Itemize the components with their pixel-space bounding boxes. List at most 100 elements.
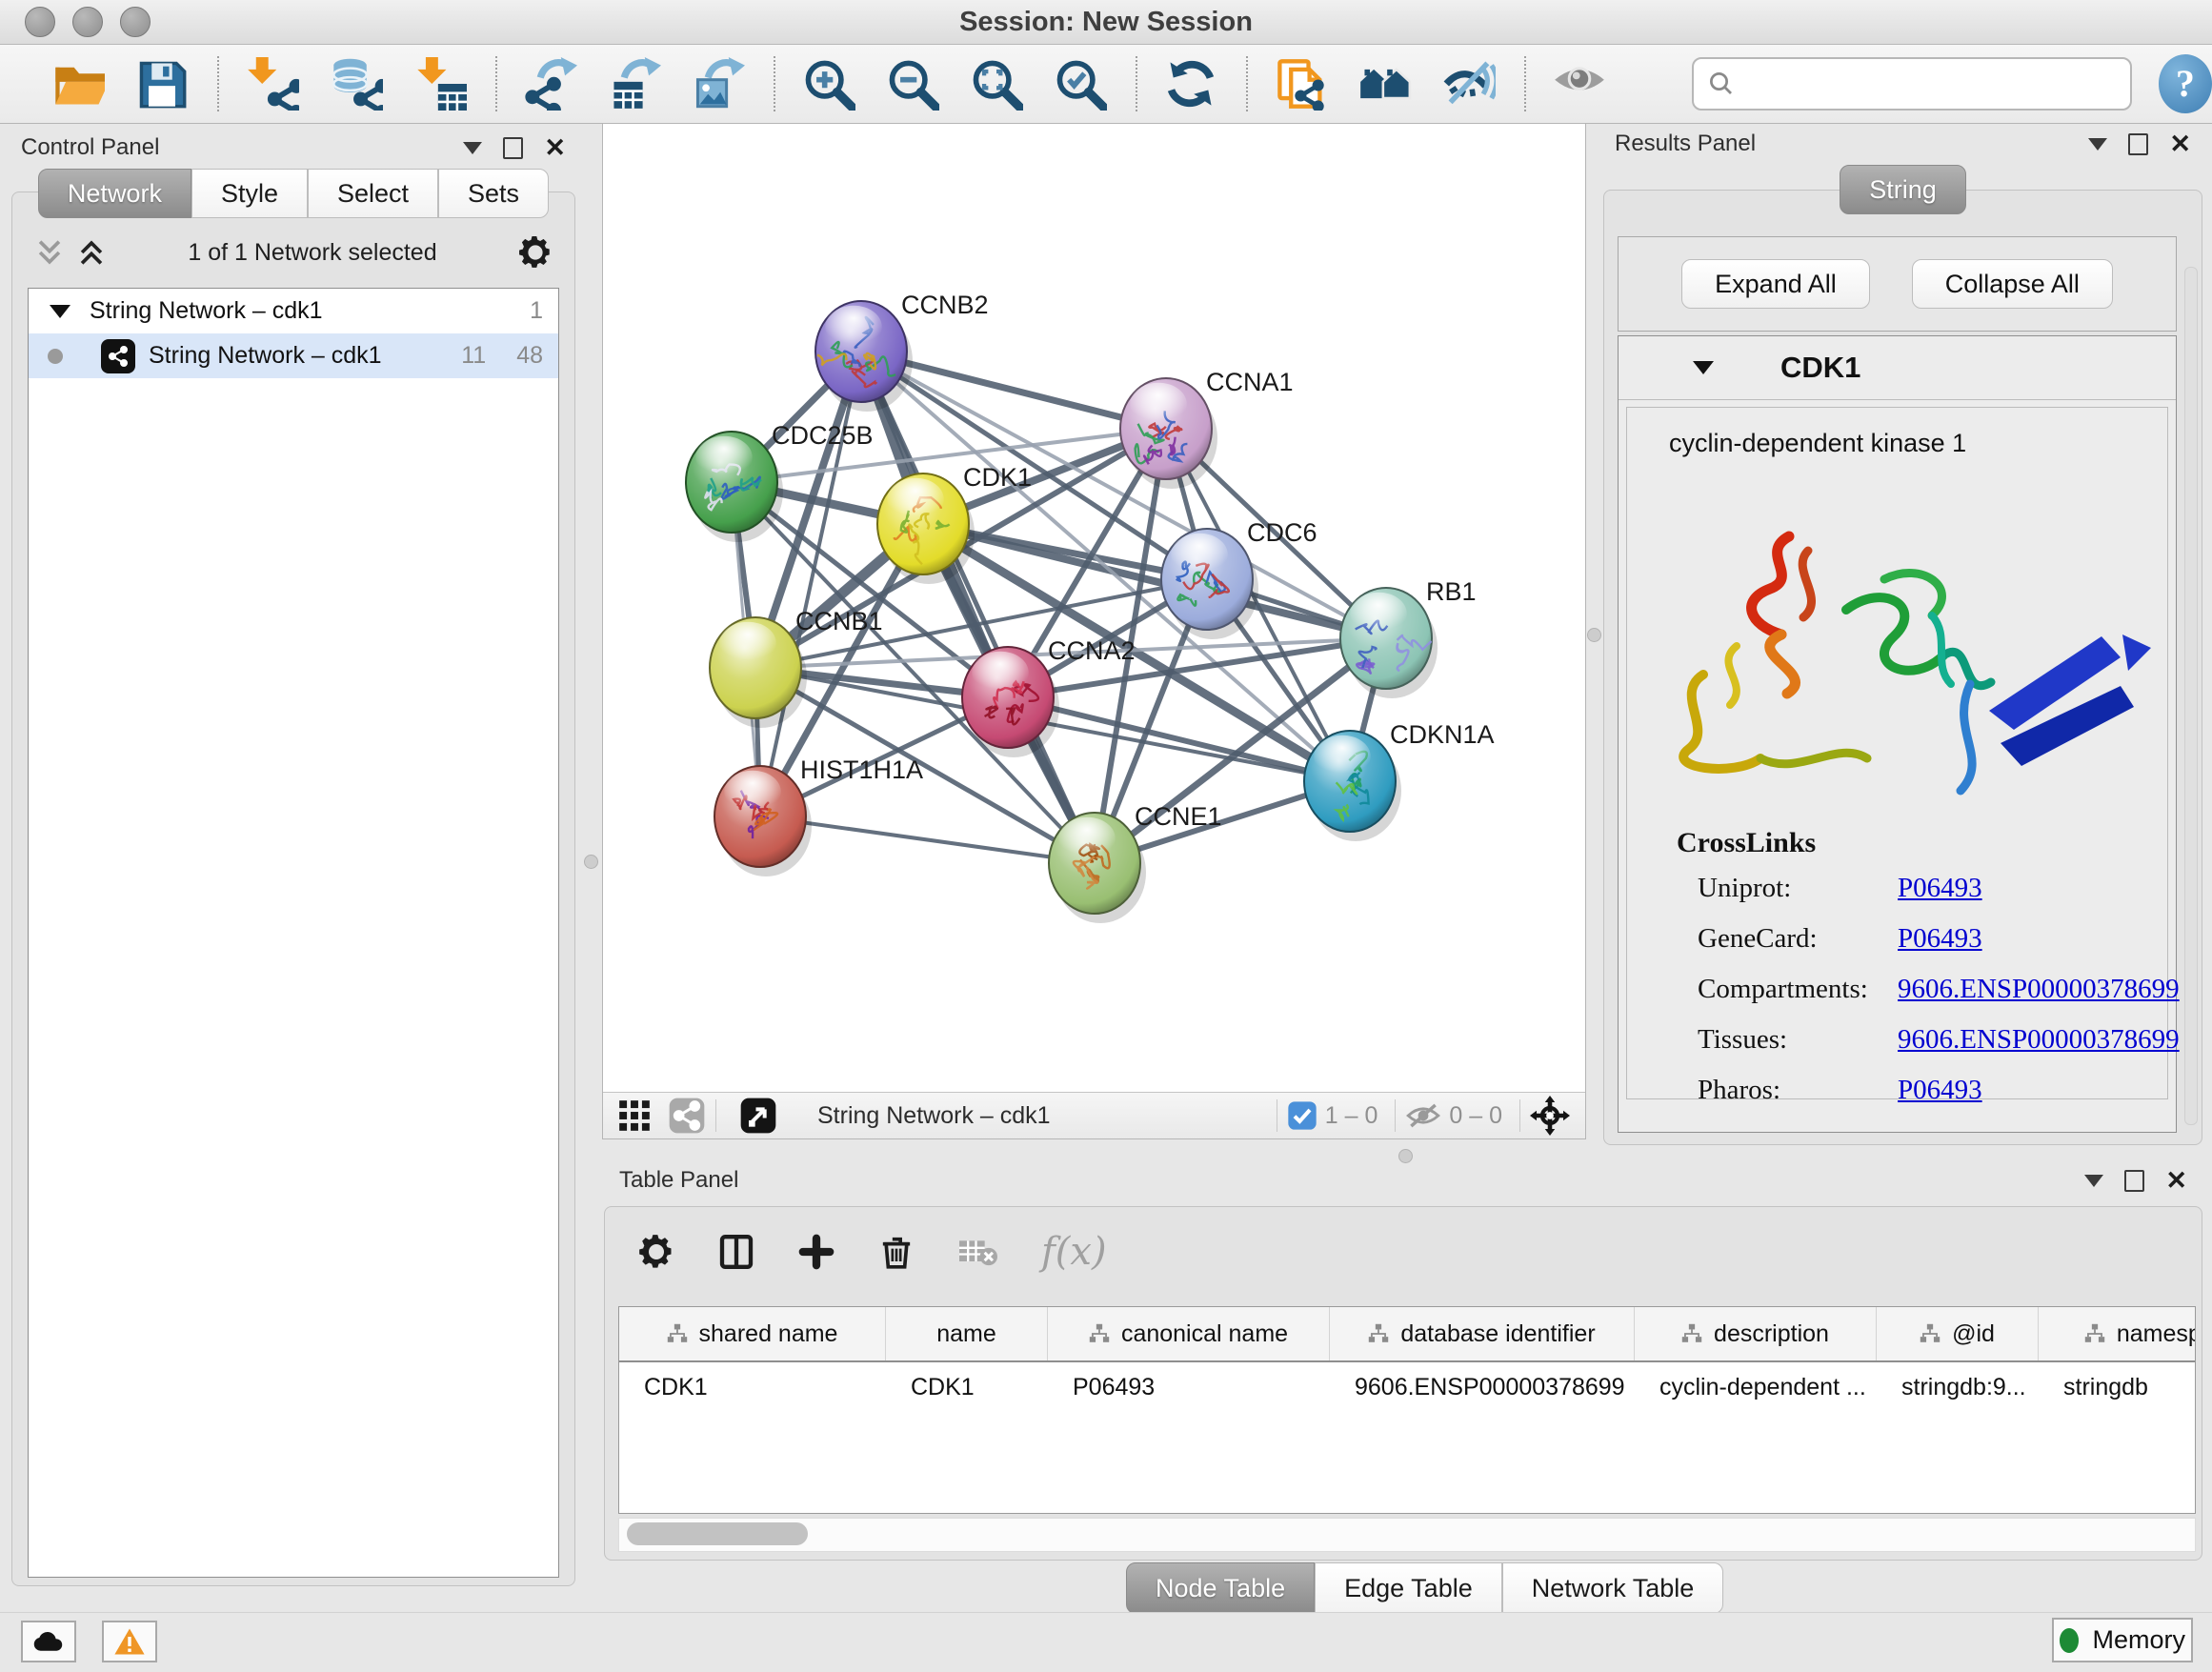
zoom-fit-content-button[interactable] [970, 56, 1025, 111]
add-column-button[interactable] [797, 1233, 835, 1271]
table-row[interactable]: CDK1CDK1P064939606.ENSP00000378699cyclin… [619, 1362, 2195, 1412]
column-header-database-identifier[interactable]: database identifier [1330, 1307, 1635, 1360]
zoom-selected-icon [1054, 57, 1107, 111]
collapse-all-networks-button[interactable] [33, 236, 66, 269]
node-CDKN1A[interactable]: CDKN1A [1304, 720, 1495, 841]
panel-menu-icon[interactable] [2088, 138, 2107, 151]
show-grid-button[interactable] [616, 1098, 653, 1134]
selected-checkbox-icon[interactable] [1287, 1100, 1317, 1131]
show-columns-button[interactable] [717, 1233, 755, 1271]
clone-network-button[interactable] [1275, 56, 1330, 111]
tab-edge-table[interactable]: Edge Table [1315, 1562, 1502, 1614]
crosslink-link[interactable]: 9606.ENSP00000378699 [1898, 1024, 2180, 1056]
import-network-file-button[interactable] [246, 56, 301, 111]
panel-close-icon[interactable]: ✕ [2169, 134, 2191, 153]
search-box[interactable] [1692, 57, 2132, 111]
memory-button[interactable]: Memory [2052, 1618, 2193, 1662]
column-header-namespace[interactable]: namespace [2039, 1307, 2196, 1360]
column-header-canonical-name[interactable]: canonical name [1048, 1307, 1330, 1360]
right-splitter-handle[interactable] [1587, 628, 1601, 642]
scrollbar-thumb[interactable] [627, 1522, 808, 1545]
import-table-file-button[interactable] [413, 56, 469, 111]
panel-float-icon[interactable] [2124, 1170, 2144, 1192]
column-header-shared-name[interactable]: shared name [619, 1307, 886, 1360]
tab-string[interactable]: String [1840, 165, 1966, 214]
panel-float-icon[interactable] [503, 137, 523, 159]
network-name: String Network – cdk1 [90, 297, 499, 325]
hide-graphics-details-button[interactable] [1442, 56, 1498, 111]
panel-close-icon[interactable]: ✕ [544, 138, 566, 157]
table-options-button[interactable] [637, 1233, 675, 1271]
tab-select[interactable]: Select [308, 169, 438, 218]
crosslink-link[interactable]: P06493 [1898, 1075, 1982, 1106]
crosslink-link[interactable]: P06493 [1898, 923, 1982, 955]
delete-column-button[interactable] [877, 1233, 915, 1271]
node-CCNB2[interactable]: CCNB2 [815, 291, 989, 412]
help-button[interactable]: ? [2159, 54, 2212, 113]
results-scrollbar[interactable] [2184, 267, 2198, 1125]
import-network-database-button[interactable] [330, 56, 385, 111]
open-folder-button[interactable] [51, 56, 107, 111]
save-session-button[interactable] [135, 56, 191, 111]
birds-eye-view-button[interactable] [739, 1097, 777, 1135]
network-count: 11 [461, 342, 486, 370]
zoom-out-button[interactable] [886, 56, 941, 111]
gene-section-header[interactable]: CDK1 [1619, 336, 2176, 400]
node-CCNA2[interactable]: CCNA2 [962, 636, 1136, 757]
network-overview-button[interactable] [668, 1097, 706, 1135]
left-splitter-handle[interactable] [584, 855, 598, 869]
panel-menu-icon[interactable] [2084, 1175, 2103, 1187]
node-CCNB1[interactable]: CCNB1 [710, 607, 883, 728]
pan-mode-button[interactable] [1530, 1096, 1570, 1136]
hidden-eye-slash-icon[interactable] [1405, 1098, 1441, 1134]
panel-close-icon[interactable]: ✕ [2165, 1171, 2187, 1190]
column-header-description[interactable]: description [1635, 1307, 1877, 1360]
expand-collapse-icon[interactable] [50, 305, 70, 318]
network-canvas[interactable]: CCNB2CCNA1CDC25BCDK1CDC6RB1CCNB1CCNA2CDK… [603, 124, 1585, 1093]
node-table: shared namename canonical name database … [618, 1306, 2196, 1514]
panel-float-icon[interactable] [2128, 133, 2148, 155]
tab-style[interactable]: Style [191, 169, 308, 218]
refresh-view-button[interactable] [1164, 56, 1219, 111]
collapse-all-button[interactable]: Collapse All [1912, 259, 2113, 309]
export-network-icon [524, 57, 577, 111]
delete-table-button[interactable] [957, 1233, 999, 1271]
cloud-button[interactable] [21, 1621, 76, 1662]
tree-column-icon [667, 1323, 688, 1344]
bottom-splitter-handle[interactable] [1398, 1149, 1413, 1163]
crosslink-link[interactable]: P06493 [1898, 873, 1982, 904]
collapse-section-icon[interactable] [1693, 361, 1714, 374]
column-header-name[interactable]: name [886, 1307, 1048, 1360]
warnings-button[interactable] [102, 1621, 157, 1662]
table-horizontal-scrollbar[interactable] [618, 1518, 2196, 1552]
expand-all-networks-button[interactable] [75, 236, 108, 269]
node-CCNE1[interactable]: CCNE1 [1049, 802, 1222, 923]
tab-sets[interactable]: Sets [438, 169, 549, 218]
first-neighbors-button[interactable] [1358, 56, 1414, 111]
tab-network-table[interactable]: Network Table [1502, 1562, 1724, 1614]
node-HIST1H1A[interactable]: HIST1H1A [714, 755, 923, 876]
node-CDC25B[interactable]: CDC25B [686, 421, 874, 542]
panel-menu-icon[interactable] [463, 142, 482, 154]
tab-network[interactable]: Network [38, 169, 191, 218]
column-header-@id[interactable]: @id [1877, 1307, 2039, 1360]
zoom-selected-button[interactable] [1054, 56, 1109, 111]
network-options-button[interactable] [517, 234, 553, 271]
crosslink-link[interactable]: 9606.ENSP00000378699 [1898, 974, 2180, 1005]
export-image-button[interactable] [692, 56, 747, 111]
node-CCNA1[interactable]: CCNA1 [1120, 368, 1294, 489]
export-network-button[interactable] [524, 56, 579, 111]
expand-all-button[interactable]: Expand All [1681, 259, 1870, 309]
search-input[interactable] [1745, 69, 2117, 100]
main-toolbar: ? [0, 45, 2212, 124]
zoom-in-button[interactable] [802, 56, 857, 111]
show-graphics-details-button[interactable] [1553, 56, 1608, 111]
export-table-button[interactable] [608, 56, 663, 111]
function-builder-button[interactable]: f(x) [1041, 1230, 1107, 1274]
table-cell: P06493 [1048, 1374, 1330, 1401]
node-CDC6[interactable]: CDC6 [1161, 518, 1317, 639]
network-tree-row[interactable]: String Network – cdk11148 [29, 333, 558, 378]
node-RB1[interactable]: RB1 [1340, 577, 1477, 698]
network-tree-row[interactable]: String Network – cdk11 [29, 289, 558, 333]
tab-node-table[interactable]: Node Table [1126, 1562, 1315, 1614]
